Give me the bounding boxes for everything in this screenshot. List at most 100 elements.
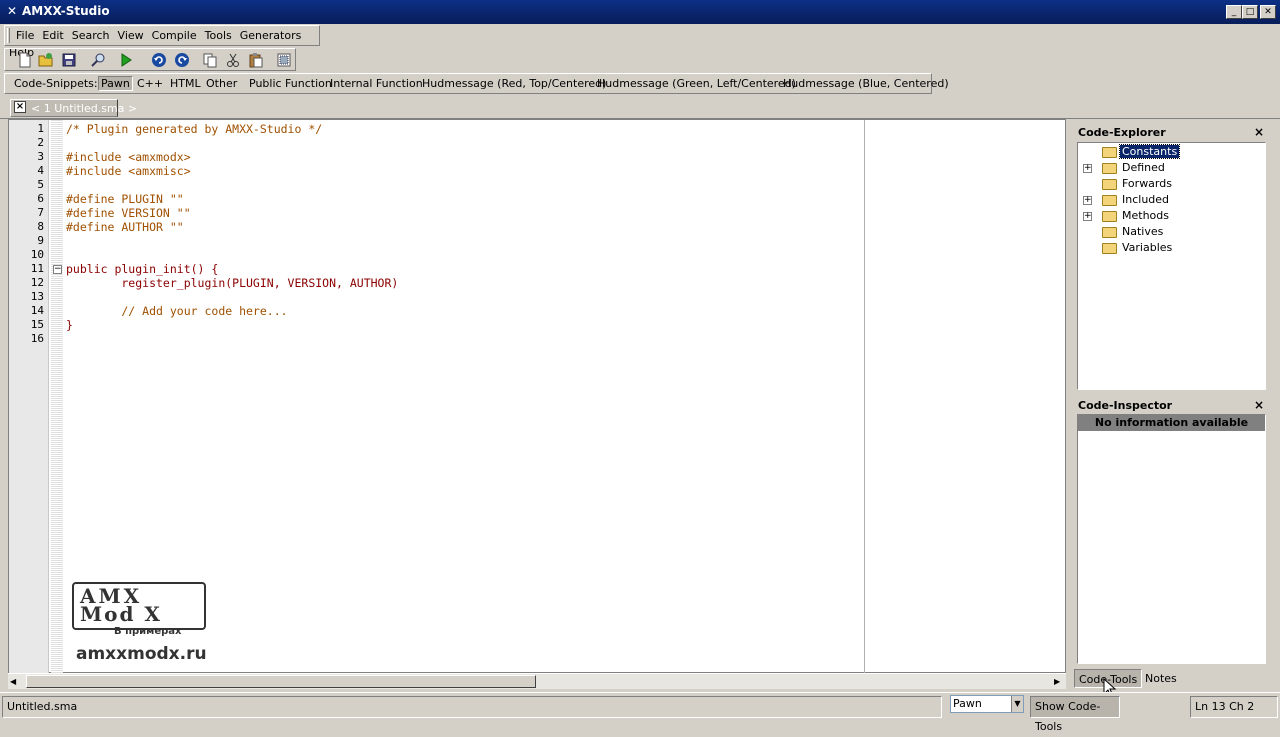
snippet-hud-blue[interactable]: Hudmessage (Blue, Centered): [783, 77, 949, 90]
code-line[interactable]: #define AUTHOR "": [66, 220, 184, 234]
menu-edit[interactable]: Edit: [38, 26, 67, 42]
tab-notes[interactable]: Notes: [1141, 669, 1181, 688]
select-all-icon[interactable]: [276, 52, 292, 68]
document-tab-strip: < 1 Untitled.sma > ×: [0, 97, 1280, 119]
chevron-down-icon[interactable]: ▼: [1011, 696, 1023, 712]
line-number-gutter: 1 2 3 4 5 6 7 8 9 10 11 12 13 14 15 16: [9, 120, 49, 674]
code-explorer-tree[interactable]: Constants + Defined Forwards + Included + Metho…: [1077, 142, 1266, 390]
minimize-button[interactable]: _: [1226, 5, 1242, 19]
snippet-internal-function[interactable]: Internal Function: [330, 77, 423, 90]
fold-collapse-icon[interactable]: −: [53, 265, 62, 274]
menu-search[interactable]: Search: [68, 26, 114, 42]
snippet-pawn[interactable]: Pawn: [98, 76, 133, 91]
folder-icon: [1102, 211, 1117, 222]
line-number: 4: [37, 164, 44, 177]
menu-generators[interactable]: Generators: [236, 26, 306, 42]
line-number: 13: [30, 290, 44, 303]
new-file-icon[interactable]: [17, 52, 33, 68]
line-number: 9: [37, 234, 44, 247]
snippet-html[interactable]: HTML: [170, 77, 201, 90]
logo-line-2: Mod X: [80, 602, 162, 626]
code-inspector-title: Code-Inspector: [1078, 399, 1173, 412]
snippet-hud-green[interactable]: Hudmessage (Green, Left/Centered): [597, 77, 796, 90]
code-explorer-title: Code-Explorer: [1078, 126, 1166, 139]
window-title: AMXX-Studio: [22, 4, 110, 18]
amxx-x-icon: ✕: [6, 4, 18, 18]
right-edge-line: [864, 120, 865, 674]
scroll-thumb[interactable]: [26, 675, 536, 688]
tree-node-label: Defined: [1122, 161, 1165, 174]
code-line[interactable]: register_plugin(PLUGIN, VERSION, AUTHOR): [66, 276, 398, 290]
menu-bar: File Edit Search View Compile Tools Generators…: [4, 25, 320, 59]
redo-icon[interactable]: [174, 52, 190, 68]
expand-icon[interactable]: +: [1083, 196, 1092, 205]
snippet-cpp[interactable]: C++: [137, 77, 163, 90]
expand-icon[interactable]: +: [1083, 212, 1092, 221]
menubar-grip[interactable]: [7, 28, 10, 43]
tree-node-label: Variables: [1122, 241, 1173, 254]
copy-icon[interactable]: [202, 52, 218, 68]
line-number: 5: [37, 178, 44, 191]
line-number: 10: [30, 248, 44, 261]
folder-icon: [1102, 179, 1117, 190]
document-tab[interactable]: < 1 Untitled.sma >: [10, 99, 137, 117]
language-select[interactable]: Pawn ▼: [950, 695, 1024, 713]
code-line[interactable]: #define VERSION "": [66, 206, 191, 220]
code-line[interactable]: // Add your code here...: [66, 304, 287, 318]
fold-margin[interactable]: [51, 120, 63, 674]
menu-compile[interactable]: Compile: [148, 26, 201, 42]
line-number: 11: [30, 262, 44, 275]
amxmodx-watermark: AMX Mod X В примерах amxxmodx.ru: [70, 580, 230, 670]
menu-tools[interactable]: Tools: [201, 26, 236, 42]
open-folder-icon[interactable]: [38, 52, 54, 68]
menu-view[interactable]: View: [114, 26, 148, 42]
close-button[interactable]: ✕: [1260, 5, 1276, 19]
folder-icon: [1102, 227, 1117, 238]
line-number: 3: [37, 150, 44, 163]
line-number: 8: [37, 220, 44, 233]
folder-icon: [1102, 163, 1117, 174]
status-filename: Untitled.sma: [2, 696, 942, 718]
compile-run-icon[interactable]: [118, 52, 134, 68]
scroll-right-icon[interactable]: ▶: [1054, 677, 1060, 686]
find-icon[interactable]: [90, 52, 106, 68]
tree-node-label: Included: [1122, 193, 1170, 206]
code-line[interactable]: #define PLUGIN "": [66, 192, 184, 206]
code-line[interactable]: #include <amxmodx>: [66, 150, 191, 164]
folder-icon: [1102, 147, 1117, 158]
code-line[interactable]: #include <amxmisc>: [66, 164, 191, 178]
status-bar: Untitled.sma Pawn ▼ Show Code-Tools Ln 1…: [0, 692, 1280, 733]
title-bar: ✕ AMXX-Studio _ □ ✕: [0, 0, 1280, 24]
save-icon[interactable]: [61, 52, 77, 68]
close-tab-icon[interactable]: ×: [14, 101, 26, 113]
main-toolbar: [4, 48, 296, 71]
cut-icon[interactable]: [225, 52, 241, 68]
code-line[interactable]: }: [66, 318, 73, 332]
horizontal-scrollbar[interactable]: ◀ ▶: [8, 673, 1066, 689]
close-icon[interactable]: ×: [1254, 398, 1264, 412]
snippet-other[interactable]: Other: [206, 77, 237, 90]
line-number: 7: [37, 206, 44, 219]
show-code-tools-button[interactable]: Show Code-Tools: [1030, 696, 1120, 733]
snippet-hud-red[interactable]: Hudmessage (Red, Top/Centered): [422, 77, 606, 90]
status-position: Ln 13 Ch 2: [1190, 696, 1278, 718]
line-number: 2: [37, 136, 44, 149]
scroll-left-icon[interactable]: ◀: [10, 677, 16, 686]
code-line[interactable]: public plugin_init() {: [66, 262, 218, 276]
line-number: 15: [30, 318, 44, 331]
paste-icon[interactable]: [248, 52, 264, 68]
tree-node-label: Methods: [1122, 209, 1169, 222]
close-icon[interactable]: ×: [1254, 125, 1264, 139]
logo-subtitle: В примерах: [114, 626, 182, 637]
expand-icon[interactable]: +: [1083, 164, 1092, 173]
line-number: 12: [30, 276, 44, 289]
folder-icon: [1102, 243, 1117, 254]
snippet-public-function[interactable]: Public Function: [249, 77, 332, 90]
language-value: Pawn: [953, 697, 982, 710]
tree-node-label: Forwards: [1122, 177, 1172, 190]
line-number: 1: [37, 122, 44, 135]
undo-icon[interactable]: [151, 52, 167, 68]
code-line[interactable]: /* Plugin generated by AMXX-Studio */: [66, 122, 322, 136]
maximize-button[interactable]: □: [1242, 5, 1258, 19]
menu-file[interactable]: File: [12, 26, 38, 42]
